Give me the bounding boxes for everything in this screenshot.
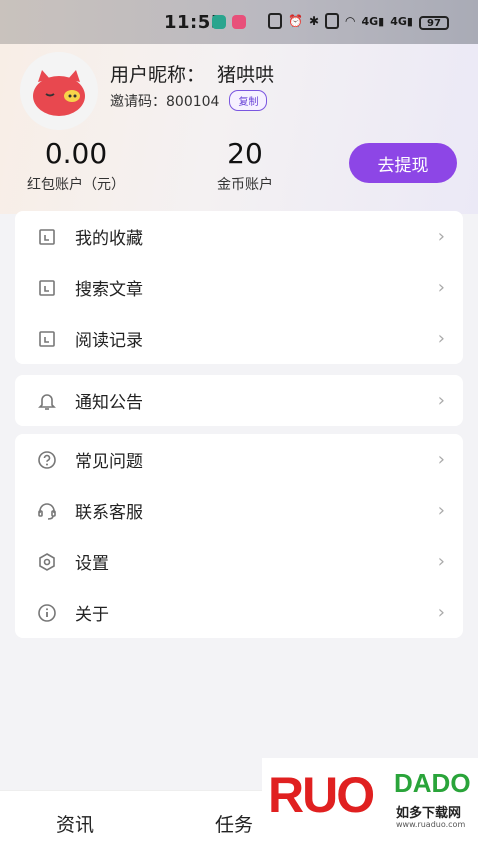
wifi-icon: ◠	[345, 14, 356, 28]
menu-item-settings[interactable]: 设置 ›	[15, 536, 463, 587]
chevron-right-icon: ›	[437, 328, 445, 349]
nickname-row: 用户昵称： 猪哄哄	[110, 60, 274, 87]
signal-icon: 4G▮	[390, 14, 413, 28]
bluetooth-icon: ✱	[308, 14, 320, 28]
invite-row: 邀请码：800104 复制	[110, 90, 268, 111]
menu-item-label: 设置	[75, 554, 109, 574]
coin-account[interactable]: 20 金币账户	[210, 138, 280, 194]
signal-icon: 4G▮	[361, 14, 385, 28]
menu-item-about[interactable]: 关于 ›	[15, 587, 463, 638]
tab-news[interactable]: 资讯	[56, 810, 94, 837]
coin-label: 金币账户	[217, 177, 273, 193]
invite-code: 800104	[166, 93, 220, 110]
menu-item-label: 联系客服	[75, 503, 143, 523]
coin-value: 20	[227, 137, 263, 170]
menu-item-notices[interactable]: 通知公告 ›	[15, 375, 463, 426]
copy-button[interactable]: 复制	[229, 90, 268, 111]
watermark-url-text: www.ruaduo.com	[396, 820, 466, 829]
headset-icon	[37, 501, 57, 521]
nickname-label: 用户昵称：	[110, 64, 206, 86]
chevron-right-icon: ›	[437, 551, 445, 572]
pig-avatar-icon	[20, 52, 98, 130]
menu-item-search-articles[interactable]: 搜索文章 ›	[15, 262, 463, 313]
chevron-right-icon: ›	[437, 390, 445, 411]
vibrate-icon	[325, 13, 340, 29]
menu-item-label: 我的收藏	[75, 229, 143, 249]
chevron-right-icon: ›	[437, 449, 445, 470]
invite-label: 邀请码：	[110, 93, 166, 110]
red-packet-label: 红包账户（元）	[27, 177, 125, 193]
menu-item-customer-service[interactable]: 联系客服 ›	[15, 485, 463, 536]
menu-item-label: 关于	[75, 605, 109, 625]
menu-item-label: 通知公告	[75, 393, 143, 413]
chevron-right-icon: ›	[437, 226, 445, 247]
menu-item-favorites[interactable]: 我的收藏 ›	[15, 211, 463, 262]
alarm-icon: ⏰	[288, 14, 303, 28]
app-notification-icon	[232, 15, 246, 29]
watermark-big-text: RUO	[268, 767, 375, 823]
tab-tasks[interactable]: 任务	[215, 810, 253, 837]
menu-card-content: 我的收藏 › 搜索文章 › 阅读记录 ›	[15, 211, 463, 364]
app-notification-icon	[212, 15, 226, 29]
red-packet-account[interactable]: 0.00 红包账户（元）	[20, 138, 132, 194]
battery-icon: 97	[419, 16, 449, 30]
withdraw-button[interactable]: 去提现	[349, 143, 457, 183]
nfc-icon	[268, 13, 282, 29]
watermark-cn-text: 如多下载网	[396, 806, 462, 821]
red-packet-value: 0.00	[44, 137, 108, 170]
status-icons: ⏰ ✱ ◠ 4G▮ 4G▮	[268, 13, 413, 29]
menu-card-notice: 通知公告 ›	[15, 375, 463, 426]
watermark-logo: RUO DADO 如多下载网 www.ruaduo.com	[262, 758, 478, 850]
bell-icon	[37, 391, 57, 411]
menu-item-reading-history[interactable]: 阅读记录 ›	[15, 313, 463, 364]
info-icon	[37, 603, 57, 623]
settings-icon	[37, 552, 57, 572]
watermark-small-text: DADO	[394, 768, 471, 798]
avatar[interactable]	[20, 52, 98, 130]
document-icon	[37, 329, 57, 349]
chevron-right-icon: ›	[437, 277, 445, 298]
nickname-value: 猪哄哄	[217, 64, 275, 86]
document-icon	[37, 278, 57, 298]
chevron-right-icon: ›	[437, 500, 445, 521]
menu-card-support: 常见问题 › 联系客服 › 设置 › 关于 ›	[15, 434, 463, 638]
status-bar: 11:55 ⏰ ✱ ◠ 4G▮ 4G▮ 97	[0, 0, 478, 44]
menu-item-faq[interactable]: 常见问题 ›	[15, 434, 463, 485]
document-icon	[37, 227, 57, 247]
menu-item-label: 常见问题	[75, 452, 143, 472]
chevron-right-icon: ›	[437, 602, 445, 623]
menu-item-label: 阅读记录	[75, 331, 143, 351]
menu-item-label: 搜索文章	[75, 280, 143, 300]
question-icon	[37, 450, 57, 470]
